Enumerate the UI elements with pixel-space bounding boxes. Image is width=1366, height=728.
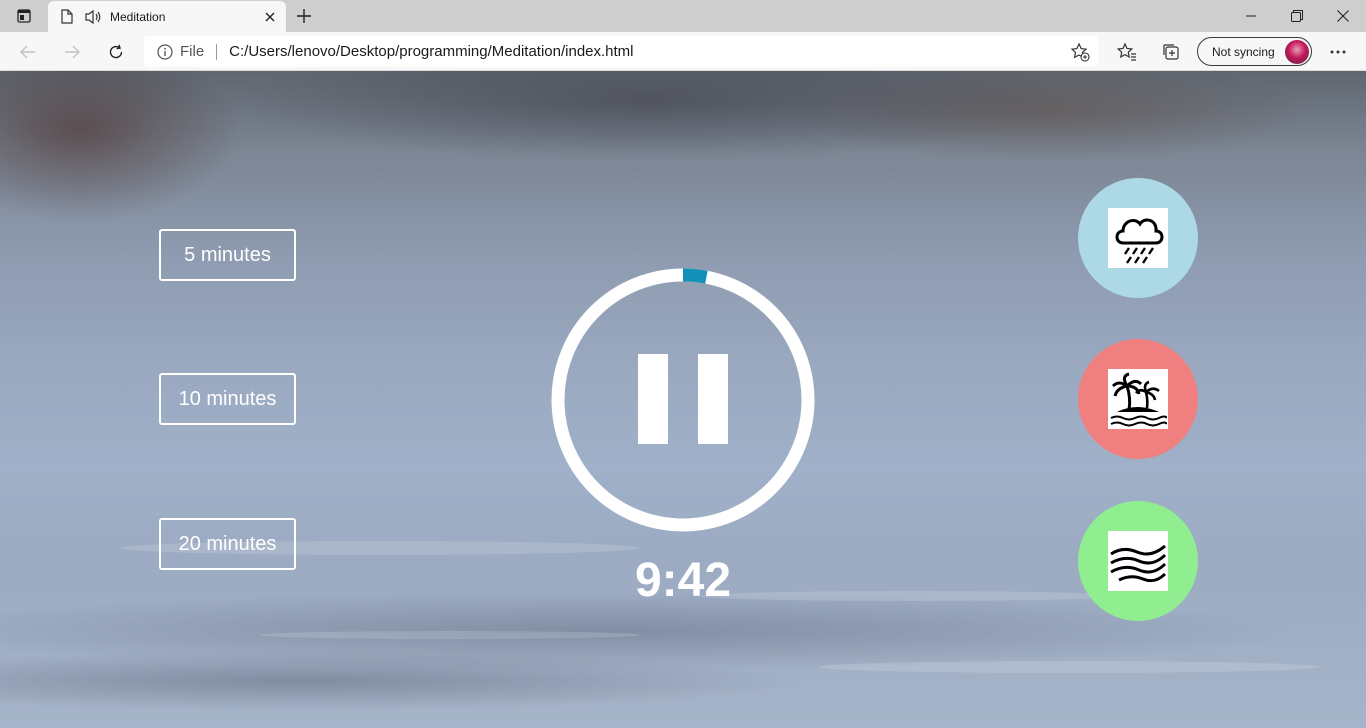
address-scheme: File <box>180 43 205 60</box>
tab-actions-button[interactable] <box>8 6 40 26</box>
speaker-icon[interactable] <box>84 8 102 26</box>
favorites-button[interactable] <box>1111 36 1143 68</box>
minimize-icon <box>1246 15 1256 17</box>
address-bar[interactable]: File C:/Users/lenovo/Desktop/programming… <box>144 36 1098 67</box>
settings-more-button[interactable] <box>1322 36 1354 68</box>
close-window-button[interactable] <box>1320 0 1366 32</box>
duration-10-button[interactable]: 10 minutes <box>159 373 296 425</box>
new-tab-button[interactable] <box>290 4 318 28</box>
refresh-button[interactable] <box>100 36 132 68</box>
pause-icon[interactable] <box>638 354 668 444</box>
tab-actions-icon <box>17 9 31 23</box>
arrow-left-icon <box>20 45 35 59</box>
favorites-icon <box>1117 42 1136 61</box>
add-favorite-button[interactable] <box>1066 38 1094 66</box>
tab-title: Meditation <box>110 9 166 24</box>
progress-ring <box>551 268 815 532</box>
duration-20-button[interactable]: 20 minutes <box>159 518 296 570</box>
active-tab[interactable]: Meditation <box>48 1 286 32</box>
refresh-icon <box>109 44 123 59</box>
time-display: 9:42 <box>634 554 732 607</box>
close-icon <box>1337 10 1349 22</box>
arrow-right-icon <box>65 45 80 59</box>
palm-island-icon <box>1108 369 1168 429</box>
forward-button[interactable] <box>56 36 88 68</box>
plus-icon <box>297 9 311 23</box>
water-ripple <box>260 631 640 639</box>
wind-sound-button[interactable] <box>1078 501 1198 621</box>
collections-button[interactable] <box>1155 36 1187 68</box>
wind-icon <box>1108 531 1168 591</box>
address-divider <box>216 43 218 60</box>
meditation-app: 5 minutes 10 minutes 20 minutes 9:42 <box>0 71 1366 728</box>
beach-sound-button[interactable] <box>1078 339 1198 459</box>
rain-cloud-icon <box>1108 208 1168 268</box>
more-horizontal-icon <box>1330 50 1346 54</box>
page-icon <box>58 8 76 26</box>
minimize-button[interactable] <box>1228 0 1274 32</box>
tab-bar: Meditation <box>0 0 1366 32</box>
back-button[interactable] <box>12 36 44 68</box>
address-url[interactable]: C:/Users/lenovo/Desktop/programming/Medi… <box>229 43 1066 60</box>
restore-icon <box>1291 10 1303 22</box>
avatar <box>1285 39 1309 64</box>
profile-sync-label: Not syncing <box>1212 44 1275 59</box>
close-icon <box>265 12 275 21</box>
restore-button[interactable] <box>1274 0 1320 32</box>
tab-close-button[interactable] <box>258 5 282 29</box>
browser-toolbar: File C:/Users/lenovo/Desktop/programming… <box>0 32 1366 71</box>
profile-button[interactable]: Not syncing <box>1197 37 1312 66</box>
collections-icon <box>1163 44 1179 60</box>
pause-icon[interactable] <box>698 354 728 444</box>
star-plus-icon <box>1070 42 1090 62</box>
rain-sound-button[interactable] <box>1078 178 1198 298</box>
water-ripple <box>820 661 1320 673</box>
duration-5-button[interactable]: 5 minutes <box>159 229 296 281</box>
progress-track <box>551 268 815 532</box>
info-icon[interactable] <box>156 43 174 61</box>
